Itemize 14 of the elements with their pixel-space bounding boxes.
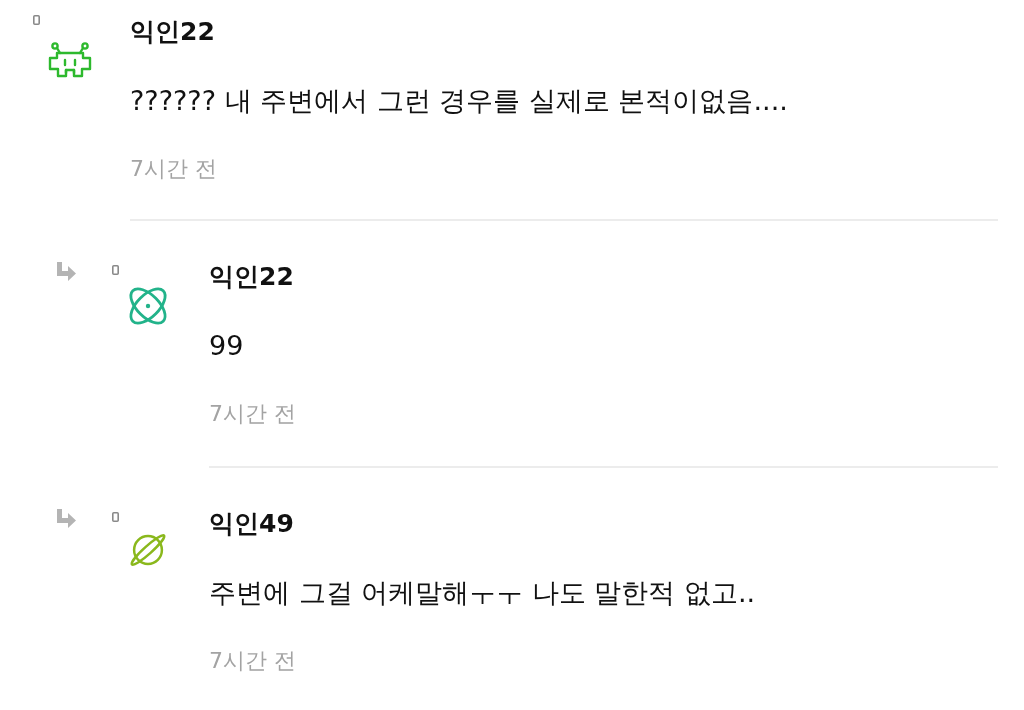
author-name: 익인22 [130, 16, 216, 48]
comment-time: 7시간 전 [209, 400, 297, 428]
rectangle-glyph-icon [33, 15, 40, 25]
author-name: 익인22 [209, 261, 295, 293]
comment-time: 7시간 전 [209, 647, 297, 675]
comment-time: 7시간 전 [130, 155, 218, 183]
rectangle-glyph-icon [112, 265, 119, 275]
author-name: 익인49 [209, 508, 295, 540]
reply-arrow-icon [56, 509, 76, 528]
rectangle-glyph-icon [112, 512, 119, 522]
comment-text: 99 [209, 329, 245, 363]
comment-text: 주변에 그걸 어케말해ㅜㅜ 나도 말한적 없고.. [209, 576, 757, 610]
reply-arrow-icon [56, 262, 76, 281]
comment-text: ?????? 내 주변에서 그런 경우를 실제로 본적이없음.... [130, 84, 789, 118]
